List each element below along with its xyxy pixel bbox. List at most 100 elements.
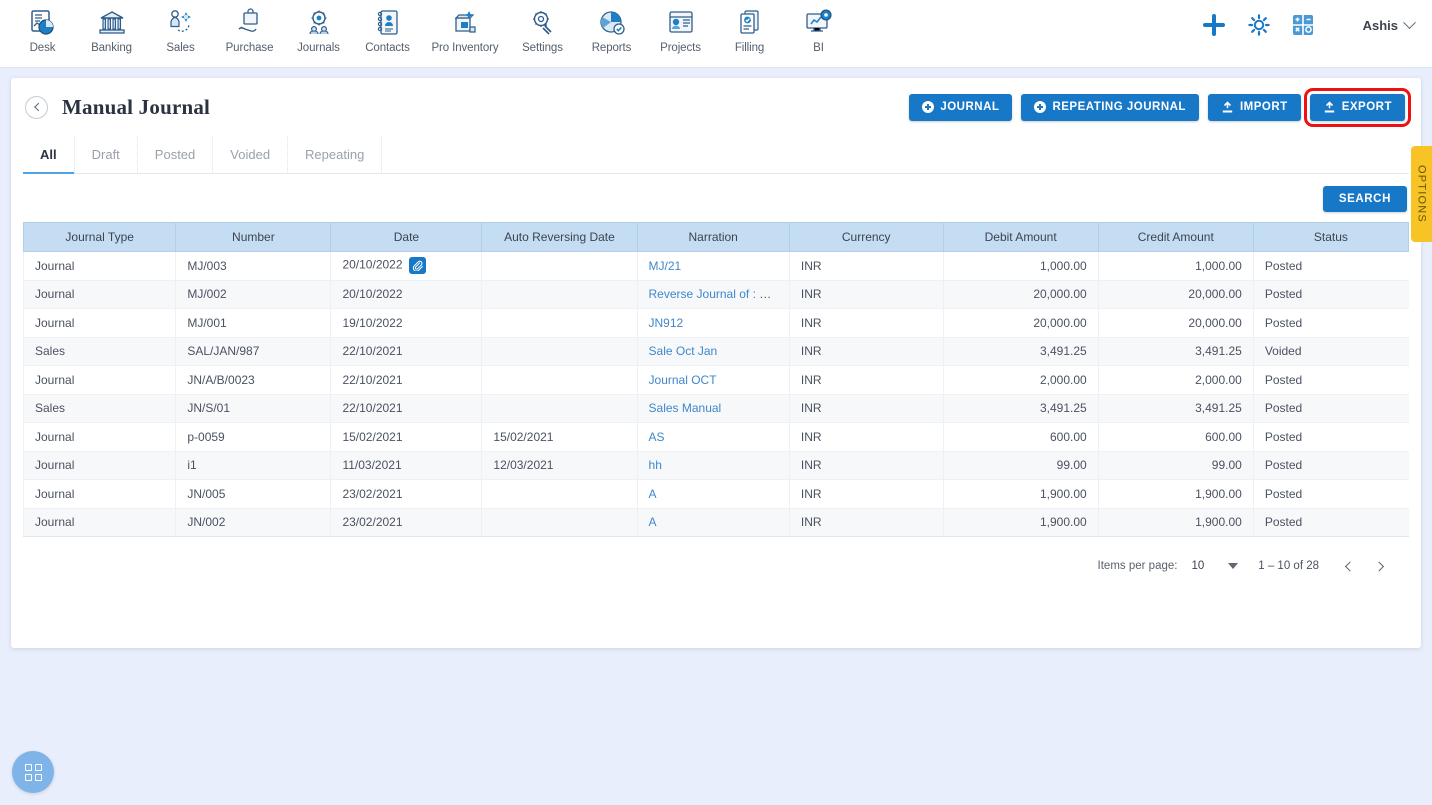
cell-narration[interactable]: Journal OCT <box>636 365 790 395</box>
back-button[interactable] <box>25 95 48 119</box>
nav-label: Sales <box>166 42 195 54</box>
tab-voided[interactable]: Voided <box>213 136 289 173</box>
items-per-page-dropdown-icon[interactable] <box>1228 563 1239 569</box>
table-row[interactable]: Sales SAL/JAN/987 22/10/2021 Sale Oct Jan IN… <box>22 337 1409 366</box>
cell-date: 20/10/2022 <box>330 280 482 309</box>
nav-item-journals[interactable]: Journals <box>284 0 353 54</box>
cell-number: MJ/002 <box>175 280 331 309</box>
cell-narration[interactable]: JN912 <box>636 308 790 338</box>
manual-journal-card: Manual Journal JOURNAL REPEATING JOURNAL <box>11 78 1421 648</box>
table-row[interactable]: Journal JN/005 23/02/2021 A INR 1,900.00 1,900… <box>22 479 1409 509</box>
cell-credit-amount: 3,491.25 <box>1097 394 1254 423</box>
tab-label: Draft <box>91 147 120 162</box>
cell-narration[interactable]: A <box>636 508 790 537</box>
options-side-tab[interactable]: OPTIONS <box>1411 146 1432 242</box>
table-row[interactable]: Journal MJ/001 19/10/2022 JN912 INR 20,000.00… <box>22 308 1409 338</box>
cell-date: 22/10/2021 <box>330 337 482 366</box>
cell-narration[interactable]: Sale Oct Jan <box>636 337 790 366</box>
cell-auto-reversing-date <box>481 308 638 338</box>
nav-item-contacts[interactable]: Contacts <box>353 0 422 54</box>
items-per-page-value[interactable]: 10 <box>1191 560 1204 572</box>
cell-credit-amount: 20,000.00 <box>1097 308 1254 338</box>
cell-narration[interactable]: Reverse Journal of : MJ/001 <box>636 280 790 309</box>
import-button[interactable]: IMPORT <box>1207 93 1301 121</box>
table-row[interactable]: Journal JN/002 23/02/2021 A INR 1,900.00 1,900… <box>22 508 1409 537</box>
tab-label: Posted <box>154 147 196 162</box>
repeating-journal-button[interactable]: REPEATING JOURNAL <box>1021 93 1199 121</box>
cell-credit-amount: 20,000.00 <box>1097 280 1254 309</box>
nav-item-desk[interactable]: Desk <box>8 0 77 54</box>
cell-currency: INR <box>788 280 944 309</box>
tab-posted[interactable]: Posted <box>138 136 214 173</box>
cell-number: JN/005 <box>175 479 331 509</box>
cell-narration[interactable]: hh <box>636 451 790 480</box>
nav-item-filling[interactable]: Filling <box>715 0 784 54</box>
cell-date: 19/10/2022 <box>330 308 482 338</box>
cell-narration[interactable]: A <box>636 479 790 509</box>
cell-journal-type: Journal <box>22 479 176 509</box>
plus-circle-icon <box>922 101 935 113</box>
status-filter-tabs: All Draft Posted Voided Repeating <box>23 136 1409 174</box>
plus-icon[interactable] <box>1201 12 1227 38</box>
cell-date: 22/10/2021 <box>330 365 482 395</box>
attachment-icon[interactable] <box>408 257 426 275</box>
apps-launcher-button[interactable] <box>12 751 54 793</box>
previous-page-button[interactable] <box>1337 555 1359 577</box>
nav-label: BI <box>813 42 824 54</box>
cell-date: 23/02/2021 <box>330 508 482 537</box>
nav-item-projects[interactable]: Projects <box>646 0 715 54</box>
cell-currency: INR <box>788 394 944 423</box>
cell-debit-amount: 600.00 <box>942 422 1099 452</box>
user-menu[interactable]: Ashis <box>1362 15 1416 33</box>
nav-label: Journals <box>297 42 340 54</box>
cell-journal-type: Journal <box>22 251 176 281</box>
cell-credit-amount: 1,900.00 <box>1097 508 1254 537</box>
next-page-button[interactable] <box>1369 555 1391 577</box>
tab-all[interactable]: All <box>23 136 75 174</box>
tab-repeating[interactable]: Repeating <box>288 136 383 173</box>
table-header-row: Journal Type Number Date Auto Reversing … <box>22 222 1410 252</box>
nav-item-reports[interactable]: Reports <box>577 0 646 54</box>
table-row[interactable]: Journal MJ/002 20/10/2022 Reverse Journal o… <box>22 280 1409 309</box>
cell-narration[interactable]: MJ/21 <box>636 251 790 281</box>
nav-item-bi[interactable]: BI <box>784 0 853 54</box>
cell-status: Voided <box>1252 337 1409 366</box>
cell-credit-amount: 2,000.00 <box>1097 365 1254 395</box>
cell-debit-amount: 1,900.00 <box>942 508 1099 537</box>
table-row[interactable]: Journal p-0059 15/02/2021 15/02/2021 AS INR 60… <box>22 422 1409 452</box>
nav-item-pro-inventory[interactable]: Pro Inventory <box>422 0 508 54</box>
cell-journal-type: Journal <box>22 365 176 395</box>
nav-item-settings[interactable]: Settings <box>508 0 577 54</box>
cell-journal-type: Sales <box>22 337 176 366</box>
calculator-icon[interactable] <box>1291 13 1315 37</box>
items-per-page-label: Items per page: <box>1097 560 1178 572</box>
search-button[interactable]: SEARCH <box>1322 186 1407 212</box>
nav-item-sales[interactable]: Sales <box>146 0 215 54</box>
tab-draft[interactable]: Draft <box>75 136 138 173</box>
user-name: Ashis <box>1362 17 1398 33</box>
cell-currency: INR <box>788 251 944 281</box>
upload-icon <box>1221 100 1234 114</box>
cell-number: JN/S/01 <box>175 394 331 423</box>
cell-narration[interactable]: Sales Manual <box>636 394 790 423</box>
cell-date: 22/10/2021 <box>330 394 482 423</box>
cell-journal-type: Journal <box>22 308 176 338</box>
cell-number: JN/A/B/0023 <box>175 365 331 395</box>
cell-credit-amount: 1,900.00 <box>1097 479 1254 509</box>
cell-auto-reversing-date <box>481 280 638 309</box>
table-row[interactable]: Sales JN/S/01 22/10/2021 Sales Manual INR 3,4… <box>22 394 1409 423</box>
cell-narration[interactable]: AS <box>636 422 790 452</box>
cell-status: Posted <box>1252 251 1409 281</box>
nav-item-banking[interactable]: Banking <box>77 0 146 54</box>
journal-button[interactable]: JOURNAL <box>909 93 1013 121</box>
export-button[interactable]: EXPORT <box>1303 87 1412 127</box>
cell-currency: INR <box>788 508 944 537</box>
nav-label: Purchase <box>225 42 274 54</box>
cell-auto-reversing-date <box>481 337 638 366</box>
table-row[interactable]: Journal MJ/003 20/10/2022 MJ/21 INR 1,000.00 1… <box>22 251 1409 281</box>
nav-item-purchase[interactable]: Purchase <box>215 0 284 54</box>
table-row[interactable]: Journal JN/A/B/0023 22/10/2021 Journal OCT I… <box>22 365 1409 395</box>
gear-icon[interactable] <box>1247 13 1271 37</box>
table-row[interactable]: Journal i1 11/03/2021 12/03/2021 hh INR 99.00 9… <box>22 451 1409 480</box>
upload-icon <box>1323 100 1336 114</box>
